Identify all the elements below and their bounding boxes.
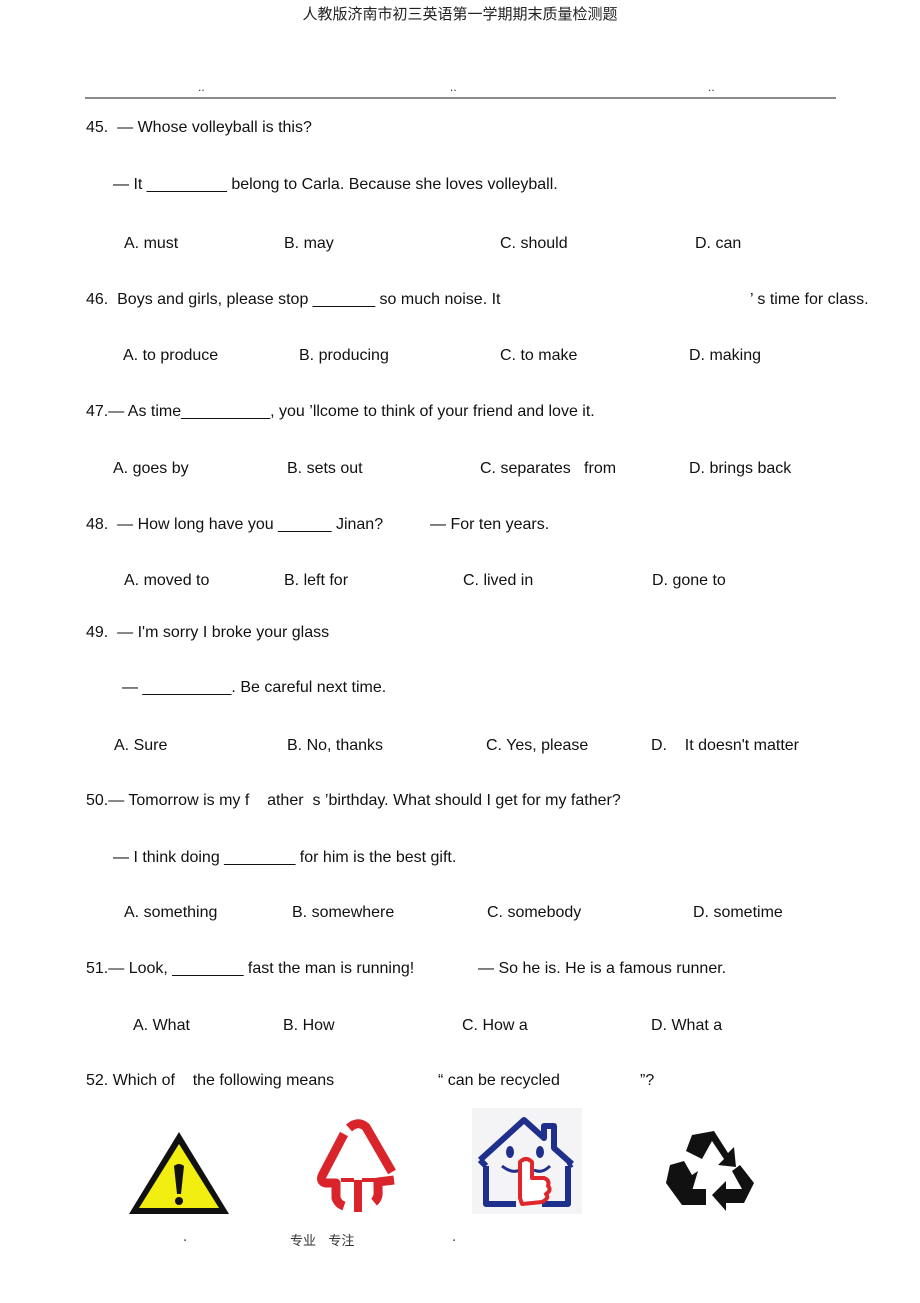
option-a[interactable]: A. must (124, 234, 178, 254)
question-50-stem: 50.— Tomorrow is my f ather s ’birthday.… (86, 792, 621, 809)
option-a[interactable]: A. goes by (113, 459, 189, 479)
question-52-quote-end: ”? (640, 1072, 655, 1089)
option-a[interactable]: A. What (133, 1016, 190, 1036)
option-d[interactable]: D. making (689, 346, 761, 366)
header-dots: .. (450, 80, 457, 94)
footer-right-dot: . (452, 1230, 457, 1245)
option-c[interactable]: C. should (500, 234, 568, 254)
option-c[interactable]: C. somebody (487, 903, 581, 923)
recycle-sign-icon[interactable] (662, 1125, 758, 1215)
quiet-house-sign-icon[interactable] (472, 1108, 582, 1214)
option-b[interactable]: B. No, thanks (287, 736, 383, 756)
option-a[interactable]: A. something (124, 903, 217, 923)
option-c[interactable]: C. separates from (480, 459, 616, 479)
option-d[interactable]: D. What a (651, 1016, 722, 1036)
question-48-stem: 48. — How long have you ______ Jinan? (86, 516, 384, 533)
warning-sign-icon[interactable] (125, 1128, 233, 1218)
header-dots: .. (708, 80, 715, 94)
option-b[interactable]: B. may (284, 234, 334, 254)
option-b[interactable]: B. sets out (287, 459, 363, 479)
question-51-stem: 51.— Look, ________ fast the man is runn… (86, 960, 415, 977)
option-b[interactable]: B. producing (299, 346, 389, 366)
option-c[interactable]: C. to make (500, 346, 577, 366)
question-45-response: — It _________ belong to Carla. Because … (113, 176, 558, 193)
header-divider (85, 97, 836, 99)
question-46-stem: 46. Boys and girls, please stop _______ … (86, 291, 501, 308)
question-48-response: — For ten years. (430, 516, 550, 533)
question-49-stem: 49. — I'm sorry I broke your glass (86, 624, 330, 641)
option-b[interactable]: B. How (283, 1016, 335, 1036)
question-49-response: — __________. Be careful next time. (122, 679, 387, 696)
question-52-quote: “ can be recycled (438, 1072, 560, 1089)
option-d[interactable]: D. It doesn't matter (651, 736, 799, 756)
option-d[interactable]: D. gone to (652, 571, 726, 591)
footer-left-dot: . (183, 1230, 188, 1245)
question-52-stem: 52. Which of the following means (86, 1072, 335, 1089)
option-d[interactable]: D. sometime (693, 903, 783, 923)
header-dots: .. (198, 80, 205, 94)
question-47-stem: 47.— As time__________, you ’llcome to t… (86, 403, 595, 420)
option-c[interactable]: C. Yes, please (486, 736, 588, 756)
option-c[interactable]: C. lived in (463, 571, 533, 591)
question-51-response: — So he is. He is a famous runner. (478, 960, 727, 977)
option-b[interactable]: B. somewhere (292, 903, 394, 923)
document-title: 人教版济南市初三英语第一学期期末质量检测题 (302, 5, 618, 23)
footer-text: 专业 专注 (290, 1234, 355, 1249)
option-d[interactable]: D. can (695, 234, 741, 254)
option-d[interactable]: D. brings back (689, 459, 791, 479)
option-c[interactable]: C. How a (462, 1016, 528, 1036)
option-a[interactable]: A. moved to (124, 571, 209, 591)
option-a[interactable]: A. Sure (114, 736, 167, 756)
question-45-stem: 45. — Whose volleyball is this? (86, 119, 312, 136)
option-b[interactable]: B. left for (284, 571, 348, 591)
tree-sign-icon[interactable] (316, 1118, 400, 1214)
option-a[interactable]: A. to produce (123, 346, 218, 366)
question-50-response: — I think doing ________ for him is the … (113, 849, 457, 866)
question-46-stem-end: ’ s time for class. (750, 291, 869, 308)
